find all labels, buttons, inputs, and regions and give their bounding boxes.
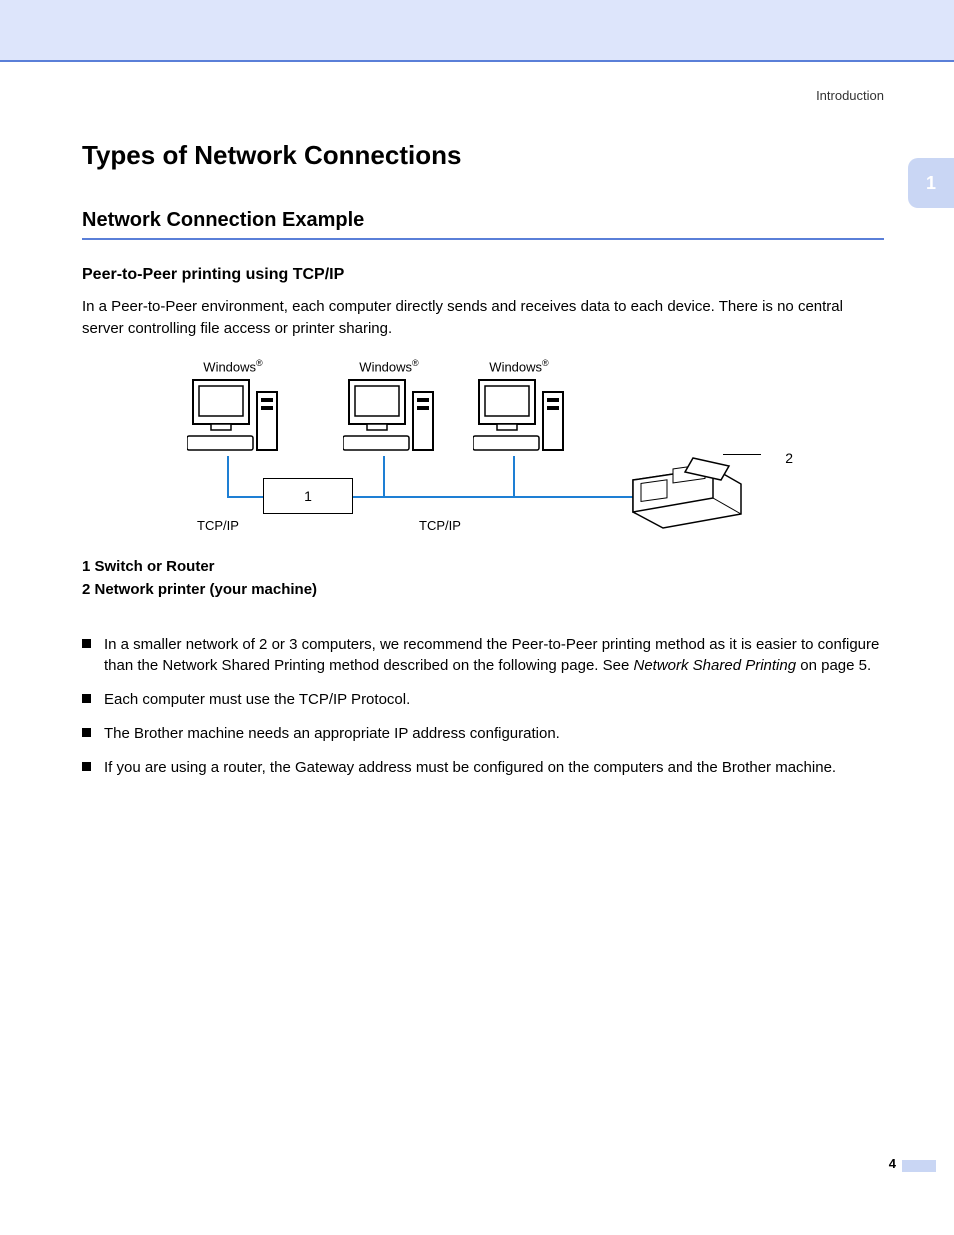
computer-icon: Windows®: [339, 358, 439, 454]
bullet-list: In a smaller network of 2 or 3 computers…: [82, 634, 884, 779]
callout-printer: 2: [785, 450, 793, 466]
list-item: Each computer must use the TCP/IP Protoc…: [82, 689, 884, 711]
list-item: In a smaller network of 2 or 3 computers…: [82, 634, 884, 678]
footer-accent: [902, 1160, 936, 1172]
switch-router-box: 1: [263, 478, 353, 514]
header-section-label: Introduction: [816, 88, 884, 103]
top-band: [0, 0, 954, 62]
network-diagram: Windows® Windows®: [183, 358, 783, 538]
section-heading: Network Connection Example: [82, 209, 884, 240]
diagram-legend: 1 Switch or Router 2 Network printer (yo…: [82, 558, 884, 598]
printer-icon: [623, 450, 743, 535]
page-title: Types of Network Connections: [82, 140, 884, 171]
computer-icon: Windows®: [469, 358, 569, 454]
computer-icon: Windows®: [183, 358, 283, 454]
page-number: 4: [889, 1156, 896, 1171]
legend-item-1: 1 Switch or Router: [82, 558, 884, 575]
protocol-label: TCP/IP: [419, 518, 461, 533]
intro-paragraph: In a Peer-to-Peer environment, each comp…: [82, 296, 884, 340]
protocol-label: TCP/IP: [197, 518, 239, 533]
subsection-heading: Peer-to-Peer printing using TCP/IP: [82, 266, 884, 284]
legend-item-2: 2 Network printer (your machine): [82, 581, 884, 598]
list-item: If you are using a router, the Gateway a…: [82, 757, 884, 779]
page-content: Types of Network Connections Network Con…: [0, 140, 954, 778]
chapter-tab: 1: [908, 158, 954, 208]
list-item: The Brother machine needs an appropriate…: [82, 723, 884, 745]
